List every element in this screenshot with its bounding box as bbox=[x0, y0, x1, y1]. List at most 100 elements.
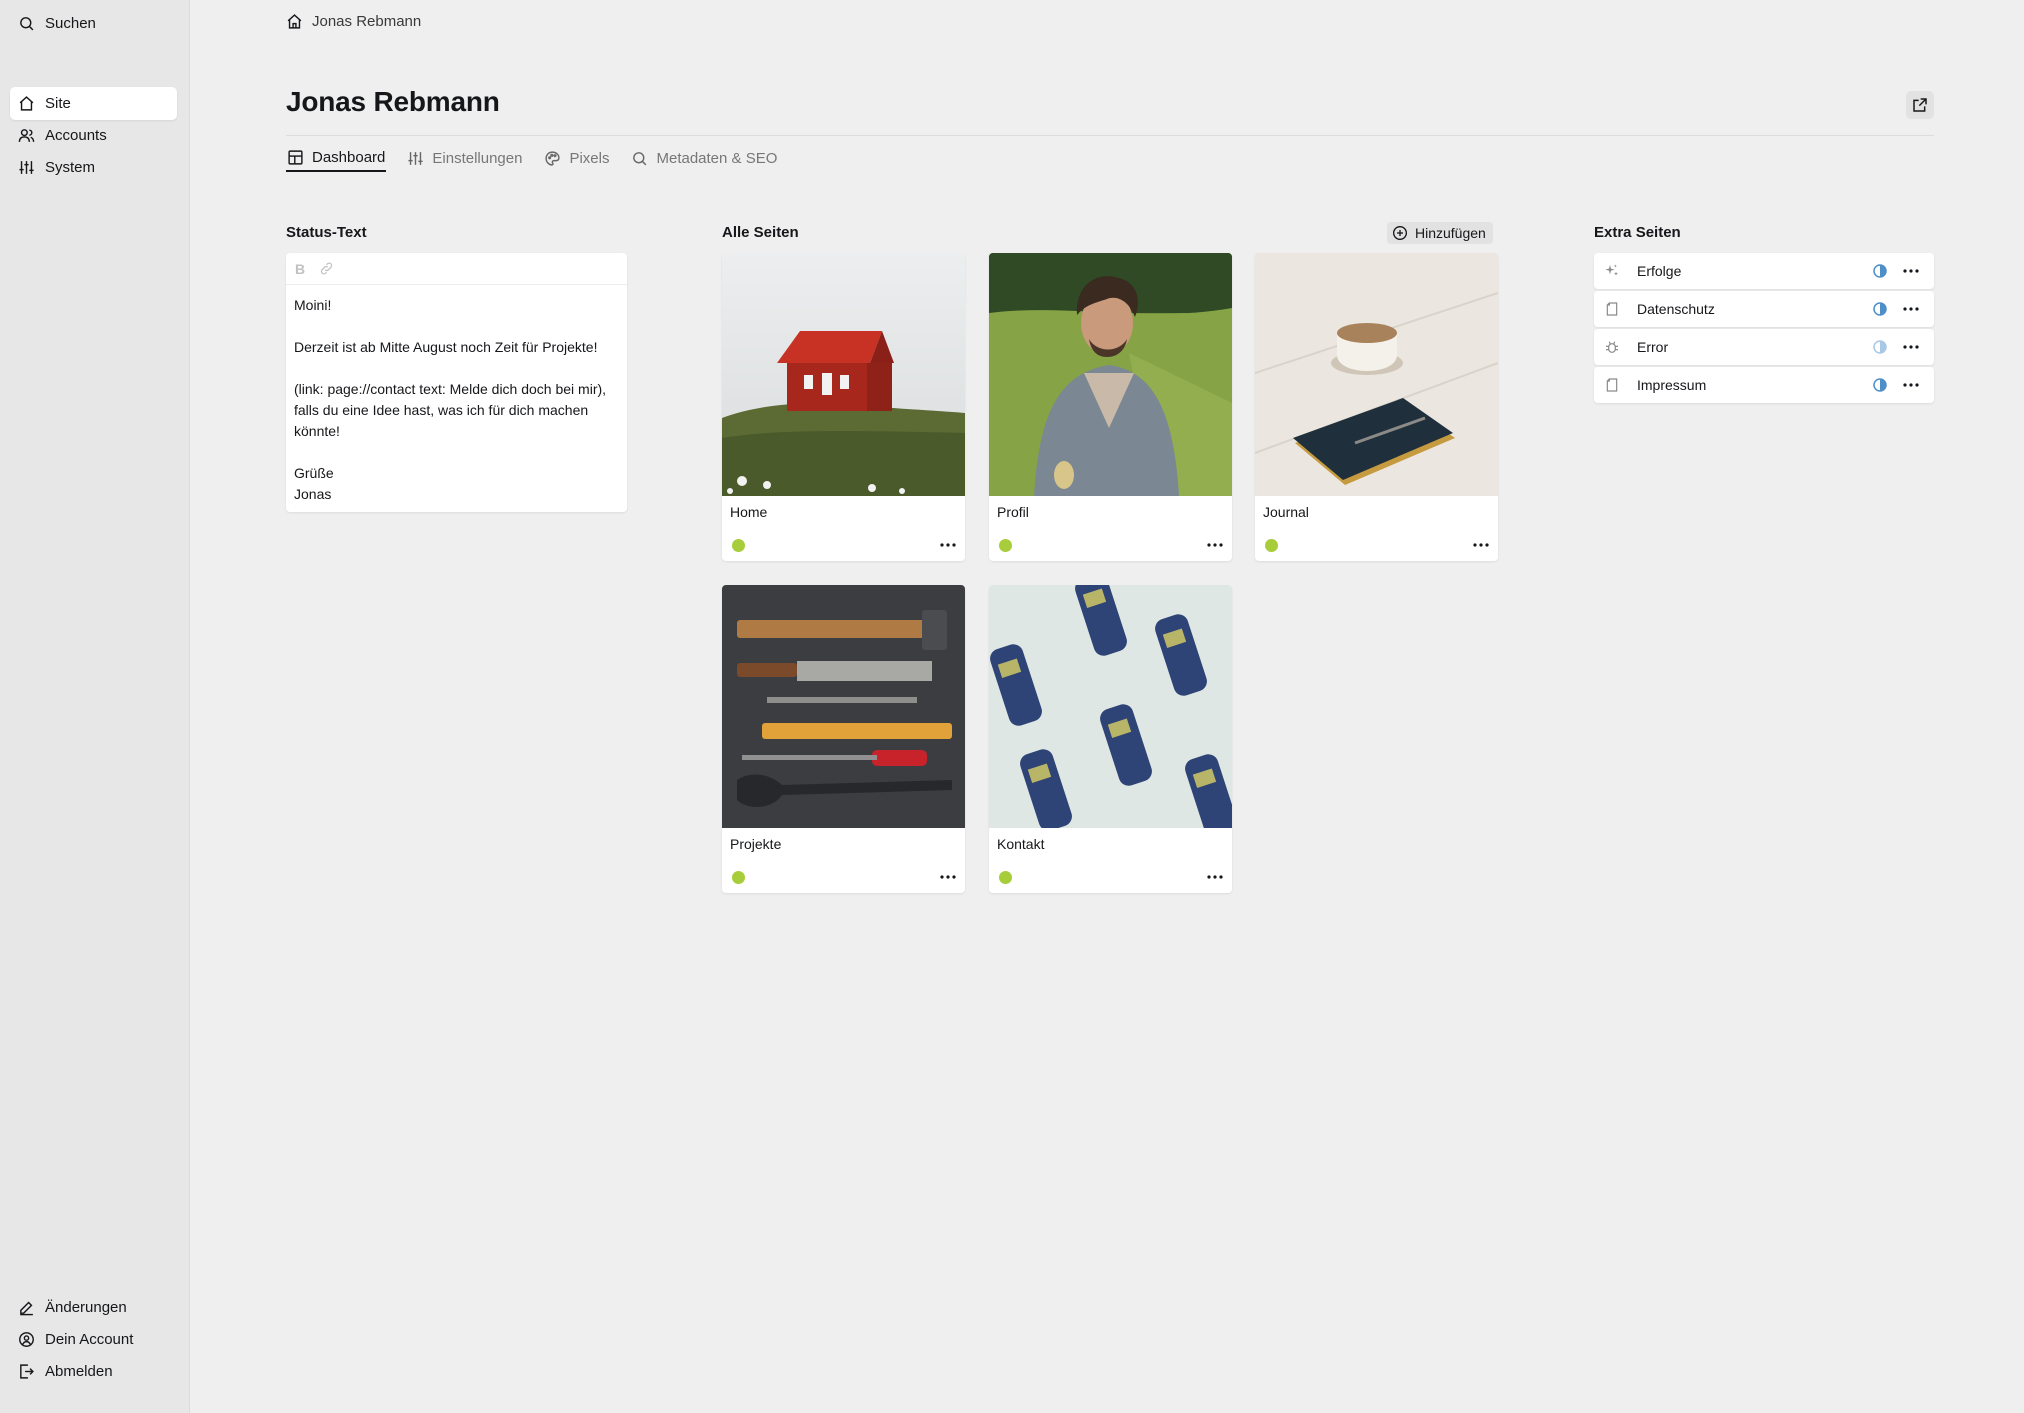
editor-toolbar: B bbox=[286, 253, 627, 285]
dashboard-icon bbox=[288, 149, 303, 165]
search-icon bbox=[20, 17, 34, 31]
more-icon bbox=[1903, 383, 1919, 387]
sparkles-icon bbox=[1605, 264, 1618, 276]
sliders-icon bbox=[19, 161, 34, 174]
card-title: Projekte bbox=[730, 836, 782, 852]
more-icon bbox=[1207, 543, 1223, 547]
logout-icon bbox=[20, 1364, 34, 1379]
card-title: Home bbox=[730, 504, 768, 520]
add-page-button[interactable]: Hinzufügen bbox=[1387, 222, 1493, 244]
extra-item-erfolge[interactable]: Erfolge bbox=[1594, 253, 1934, 289]
more-options-button[interactable] bbox=[1900, 337, 1922, 357]
extra-item-label: Erfolge bbox=[1637, 263, 1682, 279]
sidebar-item-label: Änderungen bbox=[45, 1299, 127, 1316]
status-indicator[interactable] bbox=[999, 871, 1012, 884]
card-title: Kontakt bbox=[997, 836, 1045, 852]
sidebar-item-logout[interactable]: Abmelden bbox=[10, 1355, 177, 1388]
notebook-image bbox=[1255, 253, 1498, 496]
sidebar-item-label: Accounts bbox=[45, 127, 107, 144]
more-icon bbox=[1903, 307, 1919, 311]
unlisted-icon[interactable] bbox=[1873, 302, 1887, 316]
page-card-kontakt[interactable]: Kontakt bbox=[989, 585, 1232, 893]
more-icon bbox=[1903, 345, 1919, 349]
extra-item-error[interactable]: Error bbox=[1594, 329, 1934, 365]
tab-label: Metadaten & SEO bbox=[656, 149, 778, 167]
card-title: Profil bbox=[997, 504, 1029, 520]
extra-item-impressum[interactable]: Impressum bbox=[1594, 367, 1934, 403]
status-text-content[interactable]: Moini! Derzeit ist ab Mitte August noch … bbox=[286, 285, 627, 515]
status-section-label: Status-Text bbox=[286, 224, 367, 241]
more-icon bbox=[1903, 269, 1919, 273]
sidebar-item-site[interactable]: Site bbox=[10, 87, 177, 120]
status-indicator[interactable] bbox=[732, 539, 745, 552]
page-card-projekte[interactable]: Projekte bbox=[722, 585, 965, 893]
external-link-icon bbox=[1913, 98, 1927, 112]
status-paragraph: (link: page://contact text: Melde dich d… bbox=[294, 381, 607, 439]
unlisted-icon[interactable] bbox=[1873, 340, 1887, 354]
pages-section-label: Alle Seiten bbox=[722, 224, 799, 241]
extra-item-label: Datenschutz bbox=[1637, 301, 1715, 317]
sidebar-item-account[interactable]: Dein Account bbox=[10, 1323, 177, 1356]
extra-item-label: Impressum bbox=[1637, 377, 1707, 393]
bug-icon bbox=[1606, 341, 1618, 353]
card-title: Journal bbox=[1263, 504, 1309, 520]
status-indicator[interactable] bbox=[732, 871, 745, 884]
sidebar: Suchen Site Accounts System Änderungen D… bbox=[0, 0, 190, 1413]
tab-settings[interactable]: Einstellungen bbox=[406, 144, 523, 172]
tab-label: Dashboard bbox=[312, 148, 386, 166]
link-icon[interactable] bbox=[319, 261, 334, 276]
user-circle-icon bbox=[19, 1332, 34, 1347]
breadcrumb[interactable]: Jonas Rebmann bbox=[286, 13, 421, 30]
sidebar-item-label: Dein Account bbox=[45, 1331, 134, 1348]
extra-item-label: Error bbox=[1637, 339, 1669, 355]
sidebar-item-system[interactable]: System bbox=[10, 151, 177, 184]
more-icon bbox=[1473, 543, 1489, 547]
tools-image bbox=[722, 585, 965, 828]
search-label: Suchen bbox=[45, 15, 96, 32]
page-card-journal[interactable]: Journal bbox=[1255, 253, 1498, 561]
status-paragraph: Moini! bbox=[294, 297, 332, 313]
more-options-button[interactable] bbox=[937, 535, 959, 555]
bold-button[interactable]: B bbox=[295, 261, 305, 277]
page-icon bbox=[1606, 378, 1618, 392]
unlisted-icon[interactable] bbox=[1873, 264, 1887, 278]
more-icon bbox=[1207, 875, 1223, 879]
sidebar-item-label: Site bbox=[45, 95, 71, 112]
page-card-home[interactable]: Home bbox=[722, 253, 965, 561]
more-options-button[interactable] bbox=[1900, 261, 1922, 281]
status-paragraph: Derzeit ist ab Mitte August noch Zeit fü… bbox=[294, 339, 598, 355]
search-icon bbox=[633, 151, 647, 165]
title-divider bbox=[286, 135, 1934, 136]
sidebar-item-changes[interactable]: Änderungen bbox=[10, 1291, 177, 1324]
more-icon bbox=[940, 543, 956, 547]
more-options-button[interactable] bbox=[1470, 535, 1492, 555]
more-options-button[interactable] bbox=[937, 867, 959, 887]
page-card-profil[interactable]: Profil bbox=[989, 253, 1232, 561]
more-options-button[interactable] bbox=[1204, 535, 1226, 555]
page-title: Jonas Rebmann bbox=[286, 86, 500, 117]
tab-label: Pixels bbox=[569, 149, 610, 167]
status-indicator[interactable] bbox=[999, 539, 1012, 552]
status-text-editor[interactable]: B Moini! Derzeit ist ab Mitte August noc… bbox=[286, 253, 627, 512]
tab-dashboard[interactable]: Dashboard bbox=[286, 144, 387, 172]
status-paragraph: Grüße Jonas bbox=[294, 465, 334, 502]
open-site-button[interactable] bbox=[1906, 91, 1934, 119]
tab-label: Einstellungen bbox=[432, 149, 523, 167]
unlisted-icon[interactable] bbox=[1873, 378, 1887, 392]
add-page-label: Hinzufügen bbox=[1415, 225, 1486, 241]
pencil-icon bbox=[20, 1301, 33, 1316]
sidebar-item-accounts[interactable]: Accounts bbox=[10, 119, 177, 152]
more-options-button[interactable] bbox=[1204, 867, 1226, 887]
status-indicator[interactable] bbox=[1265, 539, 1278, 552]
more-options-button[interactable] bbox=[1900, 375, 1922, 395]
tab-pixels[interactable]: Pixels bbox=[543, 144, 610, 172]
tab-seo[interactable]: Metadaten & SEO bbox=[630, 144, 778, 172]
more-options-button[interactable] bbox=[1900, 299, 1922, 319]
tab-bar: Dashboard Einstellungen Pixels Metadaten… bbox=[286, 144, 798, 174]
extra-item-datenschutz[interactable]: Datenschutz bbox=[1594, 291, 1934, 327]
extra-pages-list: Erfolge Datenschutz Error Impressum bbox=[1594, 253, 1934, 405]
breadcrumb-label: Jonas Rebmann bbox=[312, 13, 422, 30]
search-button[interactable]: Suchen bbox=[10, 7, 177, 40]
extra-section-label: Extra Seiten bbox=[1594, 224, 1681, 241]
sidebar-item-label: System bbox=[45, 159, 96, 176]
